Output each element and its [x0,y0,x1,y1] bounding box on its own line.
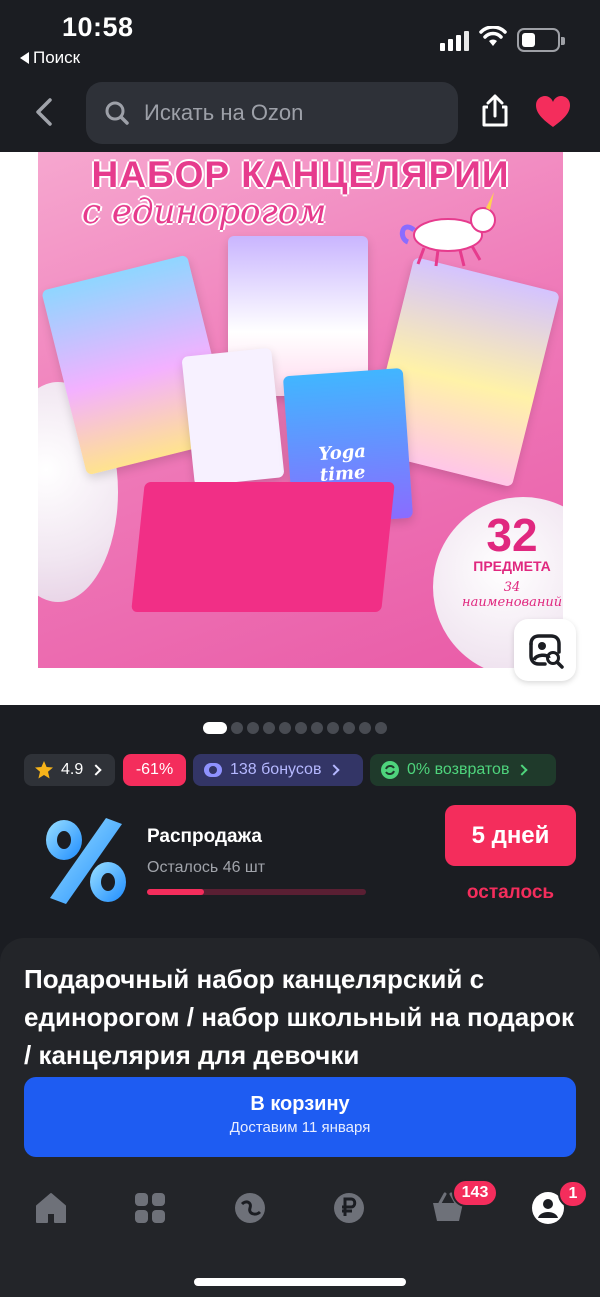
gallery-dot[interactable] [247,722,259,734]
product-title: Подарочный набор канцелярский с единорог… [24,964,574,1070]
stock-progress [147,889,366,895]
search-placeholder: Искать на Ozon [144,100,304,125]
returns-value: 0% возвратов [407,761,510,778]
ruble-finance-icon[interactable] [331,1190,367,1226]
chevron-right-icon [328,764,341,776]
gallery-dot[interactable] [203,722,227,734]
kit-box-illustration [131,482,395,612]
chevron-right-icon [90,764,102,776]
items-count-number: 32 [486,509,538,561]
bonus-chip[interactable]: 138 бонусов [193,754,363,786]
items-count-word: ПРЕДМЕТА [473,558,551,574]
top-nav-bar: Искать на Ozon [0,76,600,152]
gallery-dot[interactable] [327,722,339,734]
gallery-dot[interactable] [263,722,275,734]
star-icon [35,761,53,779]
share-icon[interactable] [476,92,514,130]
fresh-icon[interactable] [232,1190,268,1226]
bonus-coin-icon [204,763,222,777]
back-app-label: Поиск [33,48,81,67]
gallery-dot[interactable] [359,722,371,734]
gallery-dot[interactable] [231,722,243,734]
home-indicator [194,1278,406,1286]
wifi-icon [479,26,507,46]
status-time: 10:58 [62,12,134,42]
cart-badge: 143 [452,1179,498,1207]
product-info-card: Подарочный набор канцелярский с единорог… [0,938,600,1297]
items-count-sub: 34 наименований [462,580,563,610]
search-icon [105,101,129,125]
bonus-value: 138 бонусов [230,761,322,778]
gallery-pagination[interactable] [203,722,387,734]
chevron-right-icon [516,764,529,776]
days-left-caption: осталось [466,882,555,903]
back-to-app-link[interactable]: Поиск [20,48,80,68]
image-subheading: с единорогом [82,192,327,232]
delivery-date: Доставим 11 января [229,1119,371,1136]
visual-search-icon [529,634,564,669]
sale-block: Распродажа Осталось 46 шт 5 дней осталос… [0,800,600,926]
gallery-dot[interactable] [343,722,355,734]
favorite-heart-icon[interactable] [534,94,572,130]
rating-chip[interactable]: 4.9 [24,754,115,786]
percent-icon [46,818,126,904]
home-icon[interactable] [33,1190,69,1226]
bottom-tab-bar: 143 1 [0,1179,600,1240]
items-count-label: 32 ПРЕДМЕТА 34 наименований [462,512,562,610]
sale-title: Распродажа [147,826,262,847]
back-arrow-icon[interactable] [30,96,62,128]
gallery-dot[interactable] [375,722,387,734]
profile-badge: 1 [558,1180,588,1208]
gallery-dot[interactable] [279,722,291,734]
product-image[interactable]: Yoga time НАБОР КАНЦЕЛЯРИИ с единорогом … [38,152,563,668]
gallery-dot[interactable] [311,722,323,734]
add-to-cart-button[interactable]: В корзину Доставим 11 января [24,1077,576,1157]
product-gallery[interactable]: Yoga time НАБОР КАНЦЕЛЯРИИ с единорогом … [0,152,600,705]
stock-progress-fill [147,889,204,895]
discount-value: -61% [135,761,174,778]
add-to-cart-label: В корзину [250,1093,350,1115]
days-left-badge[interactable]: 5 дней [445,805,576,866]
discount-badge: -61% [123,754,186,786]
pencils-illustration [181,347,285,487]
search-input[interactable]: Искать на Ozon [86,82,458,144]
catalog-icon[interactable] [132,1190,168,1226]
gallery-dot[interactable] [295,722,307,734]
status-bar: 10:58 Поиск [0,0,600,76]
image-search-button[interactable] [514,619,576,681]
returns-chip[interactable]: 0% возвратов [370,754,556,786]
signal-icon [440,31,469,51]
back-triangle-icon [20,52,29,64]
notebook-text: Yoga time [317,440,367,487]
rating-value: 4.9 [61,761,84,778]
battery-icon [517,28,565,52]
unicorn-icon [399,192,496,267]
returns-icon [381,761,399,779]
stock-left: Осталось 46 шт [147,859,266,876]
